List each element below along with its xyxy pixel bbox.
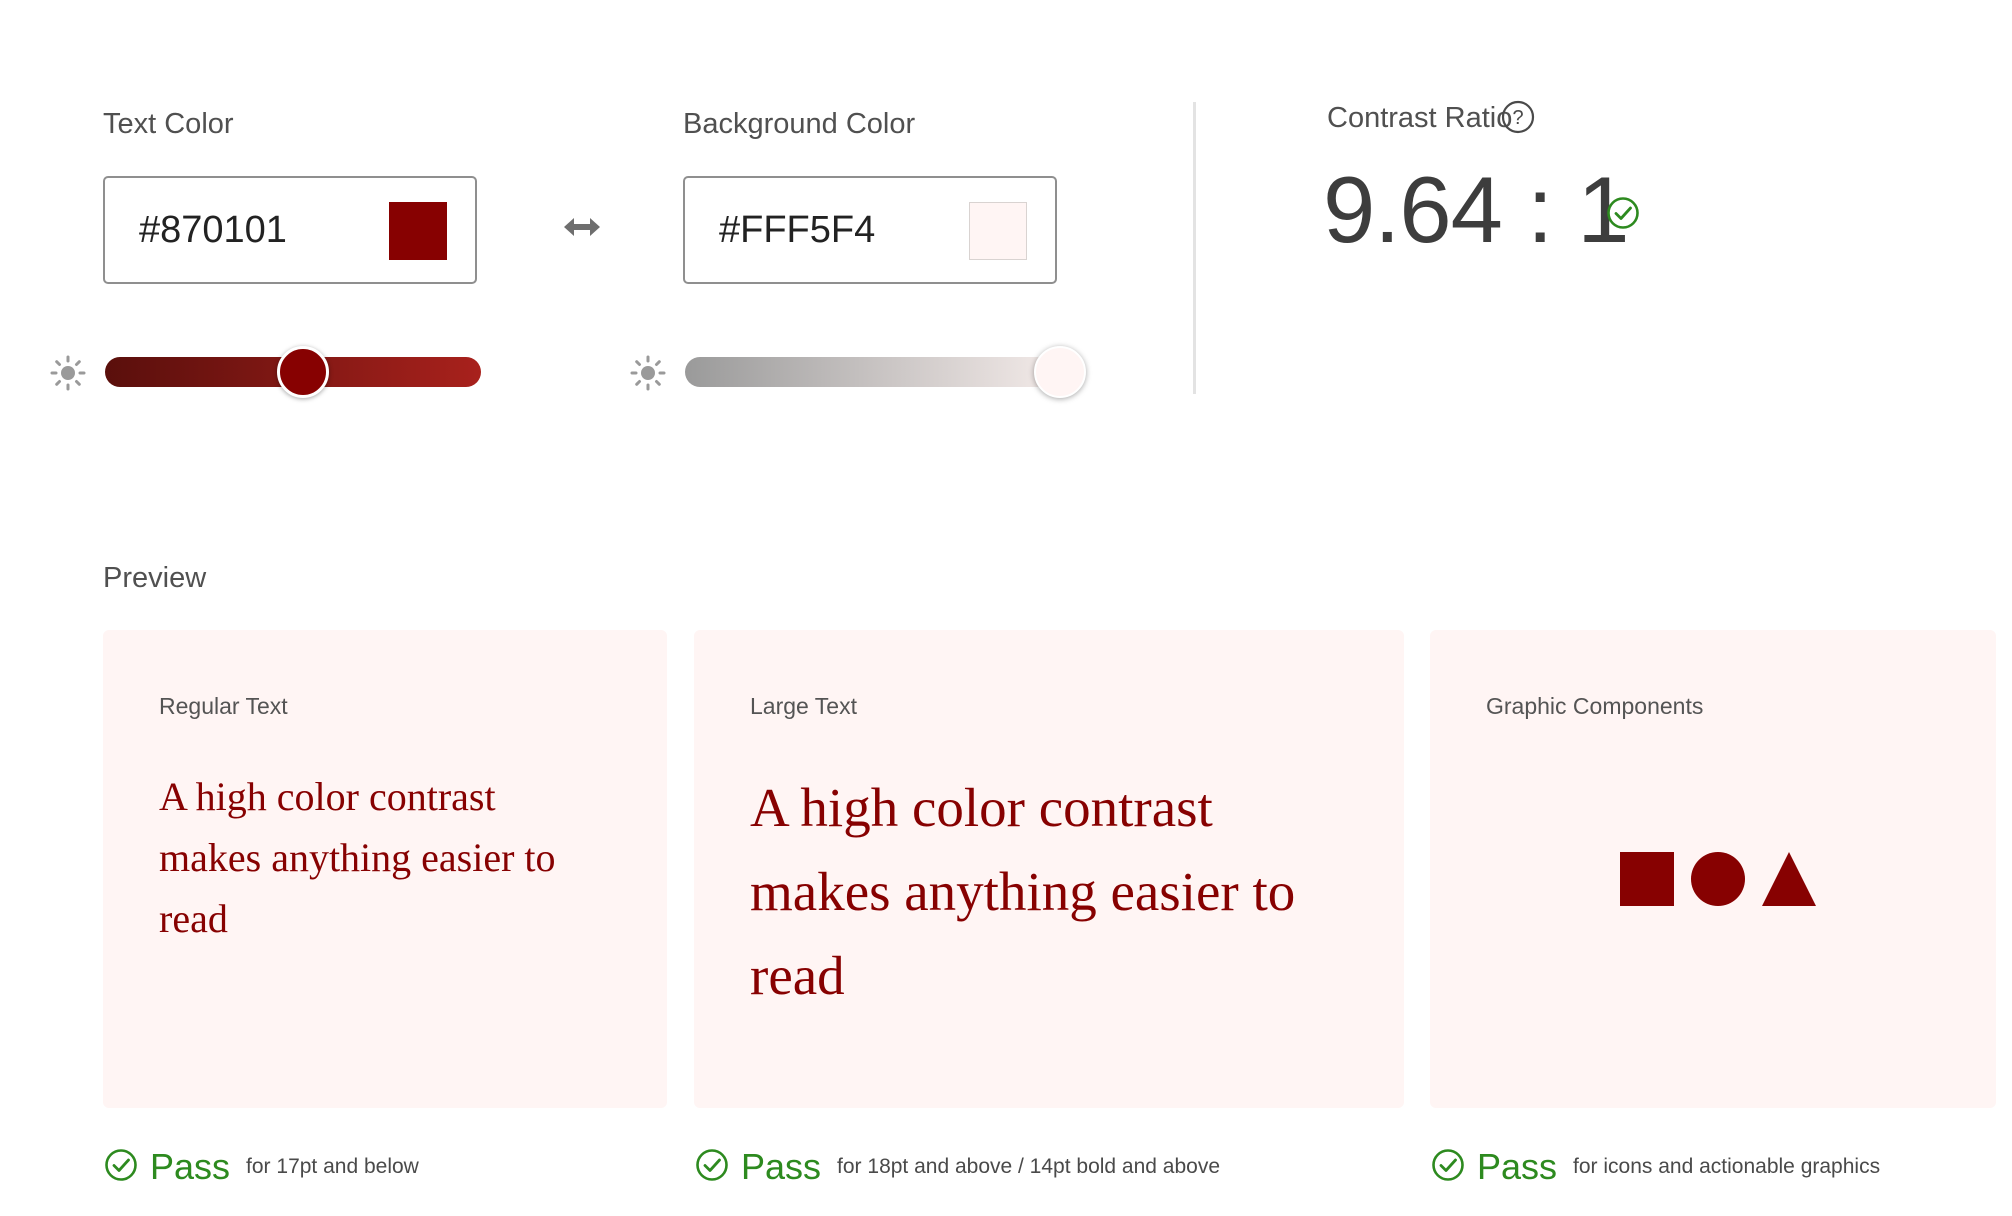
contrast-ratio-value: 9.64 : 1 [1323, 157, 1630, 262]
background-color-field[interactable]: #FFF5F4 [683, 176, 1057, 284]
triangle-shape [1762, 852, 1816, 906]
pass-label: Pass [741, 1146, 822, 1187]
circle-shape [1691, 852, 1745, 906]
card-label-regular-text: Regular Text [159, 693, 288, 719]
background-color-value[interactable]: #FFF5F4 [719, 178, 875, 282]
background-color-swatch [969, 202, 1027, 260]
check-circle-icon [1606, 196, 1640, 235]
text-color-label: Text Color [103, 108, 234, 140]
regular-text-result: Pass for 17pt and below [104, 1146, 419, 1188]
text-brightness-slider-handle[interactable] [277, 346, 330, 398]
pass-description: for 17pt and below [246, 1155, 419, 1178]
preview-heading: Preview [103, 562, 207, 594]
card-label-large-text: Large Text [750, 693, 857, 719]
text-color-swatch [389, 202, 447, 260]
pass-check-icon [1431, 1148, 1465, 1187]
text-brightness-icon [50, 355, 86, 396]
preview-card-regular-text: Regular Text A high color contrast makes… [103, 630, 667, 1108]
background-brightness-slider[interactable] [685, 357, 1075, 387]
svg-text:?: ? [1512, 107, 1523, 129]
preview-card-graphic-components: Graphic Components [1430, 630, 1996, 1108]
pass-check-icon [104, 1148, 138, 1187]
pass-label: Pass [150, 1146, 231, 1187]
regular-text-sample: A high color contrast makes anything eas… [159, 774, 556, 941]
pass-label: Pass [1477, 1146, 1558, 1187]
vertical-divider [1193, 102, 1196, 394]
background-brightness-icon [630, 355, 666, 396]
graphic-shapes [1618, 848, 1818, 913]
text-color-field[interactable]: #870101 [103, 176, 477, 284]
square-shape [1620, 852, 1674, 906]
help-icon[interactable]: ? [1501, 100, 1535, 139]
large-text-result: Pass for 18pt and above / 14pt bold and … [695, 1146, 1220, 1188]
pass-description: for icons and actionable graphics [1573, 1155, 1881, 1178]
graphic-components-result: Pass for icons and actionable graphics [1431, 1146, 1880, 1188]
pass-check-icon [695, 1148, 729, 1187]
swap-arrows-icon[interactable] [562, 212, 602, 247]
preview-card-large-text: Large Text A high color contrast makes a… [694, 630, 1404, 1108]
background-color-label: Background Color [683, 108, 916, 140]
pass-description: for 18pt and above / 14pt bold and above [837, 1155, 1221, 1178]
background-brightness-slider-handle[interactable] [1034, 346, 1086, 398]
text-color-value[interactable]: #870101 [139, 178, 287, 282]
contrast-ratio-label: Contrast Ratio [1327, 102, 1513, 134]
large-text-sample: A high color contrast makes anything eas… [750, 777, 1296, 1006]
card-label-graphic-components: Graphic Components [1486, 693, 1704, 719]
